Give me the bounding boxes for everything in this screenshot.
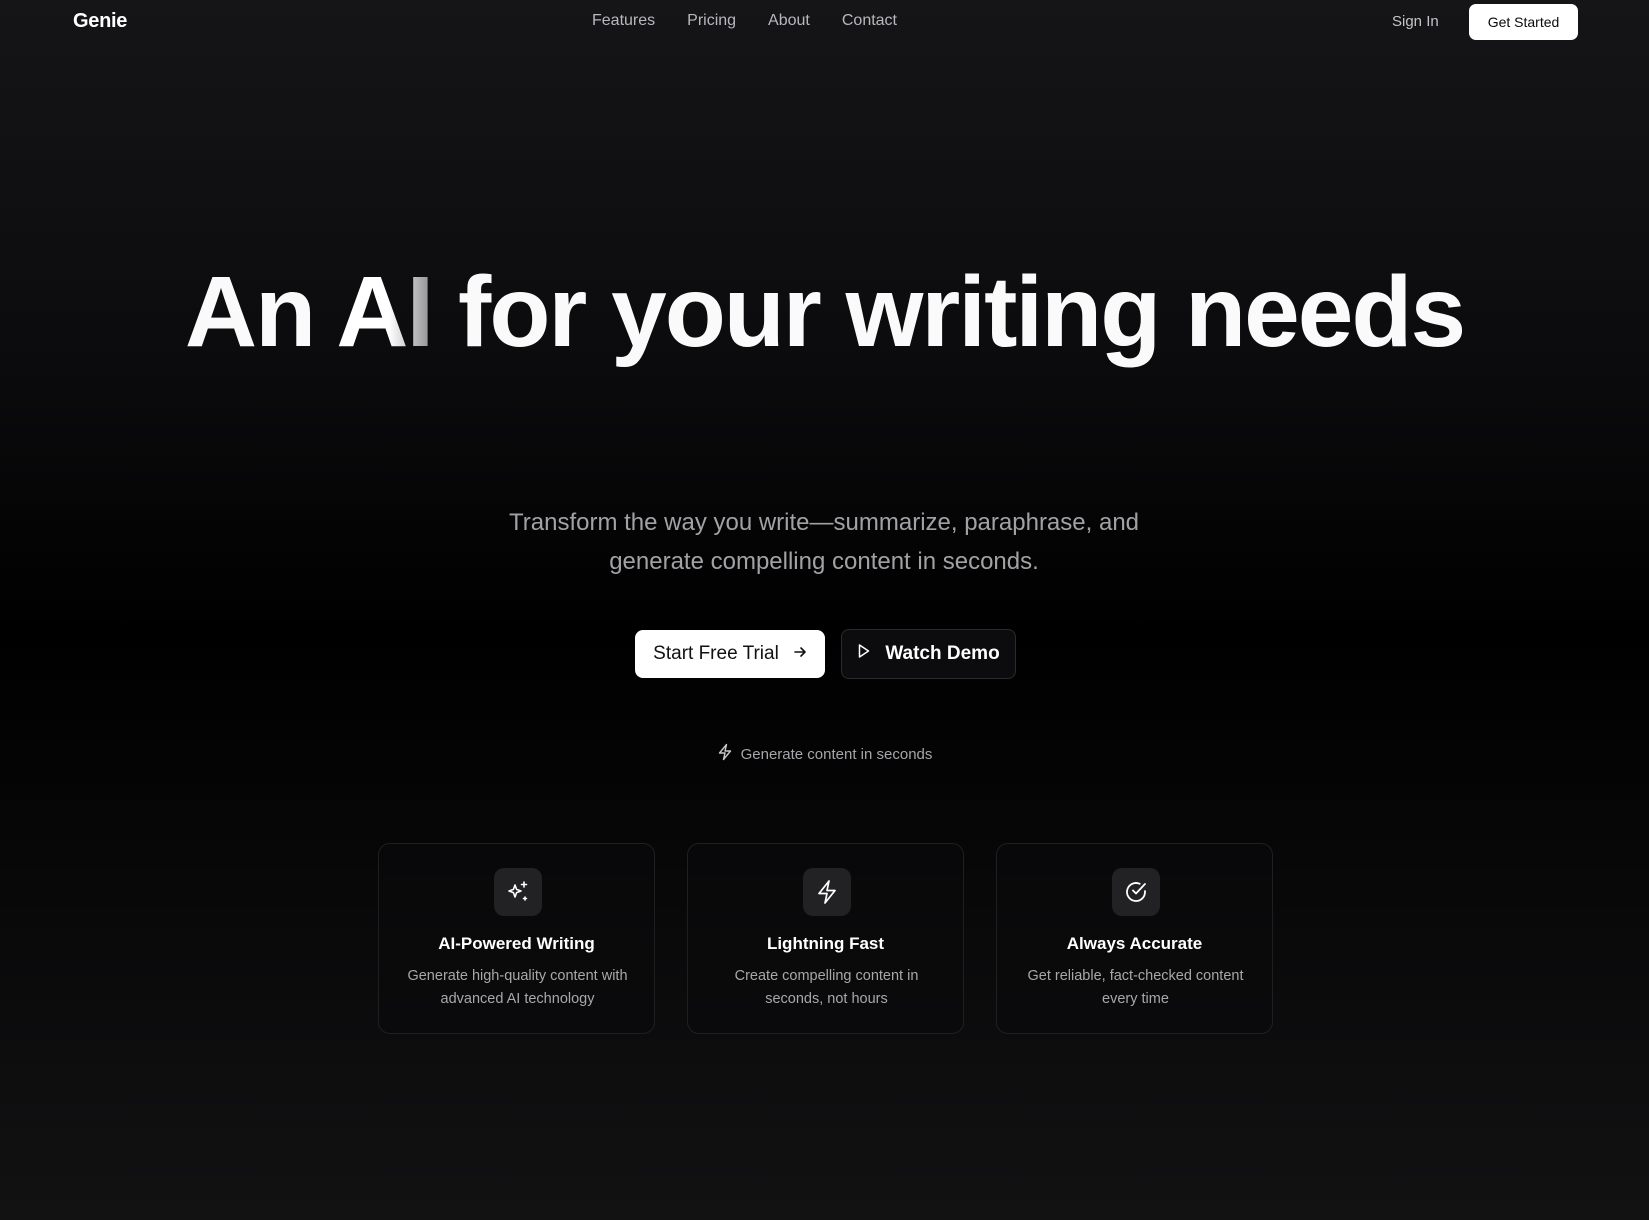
lightning-icon [803,868,851,916]
hero-title-part2: for your writing needs [432,256,1466,368]
play-icon [857,643,871,665]
nav-link-features[interactable]: Features [592,12,655,30]
check-circle-icon [1112,868,1160,916]
get-started-button[interactable]: Get Started [1469,4,1578,40]
start-free-trial-button[interactable]: Start Free Trial [635,630,825,678]
watch-demo-label: Watch Demo [885,643,1000,664]
tagline-text: Generate content in seconds [740,745,933,763]
top-nav: Genie Features Pricing About Contact Sig… [0,0,1649,44]
feature-title: Lightning Fast [766,934,885,953]
feature-card-ai-powered: AI-Powered Writing Generate high-quality… [378,843,655,1034]
nav-link-pricing[interactable]: Pricing [687,12,736,30]
start-free-trial-label: Start Free Trial [653,643,779,664]
feature-description: Create compelling content in seconds, no… [734,968,919,1007]
sign-in-link[interactable]: Sign In [1392,13,1439,30]
feature-description: Get reliable, fact-checked content every… [1027,968,1244,1007]
feature-description: Generate high-quality content with advan… [407,968,628,1007]
hero-title: An AI for your writing needs [0,258,1649,366]
lightning-icon [717,743,733,765]
tagline: Generate content in seconds [0,743,1649,765]
sparkles-icon [494,868,542,916]
feature-title: Always Accurate [1066,934,1203,953]
hero-title-part1: An [184,256,337,368]
nav-links: Features Pricing About Contact [592,12,897,30]
feature-card-lightning-fast: Lightning Fast Create compelling content… [687,843,964,1034]
arrow-right-icon [793,643,807,665]
hero-subtitle: Transform the way you write—summarize, p… [508,509,1140,575]
feature-card-always-accurate: Always Accurate Get reliable, fact-check… [996,843,1273,1034]
logo[interactable]: Genie [73,10,127,33]
nav-link-contact[interactable]: Contact [842,12,897,30]
watch-demo-button[interactable]: Watch Demo [841,629,1016,679]
feature-title: AI-Powered Writing [438,934,595,953]
hero-title-highlight: AI [336,256,434,368]
nav-link-about[interactable]: About [768,12,810,30]
